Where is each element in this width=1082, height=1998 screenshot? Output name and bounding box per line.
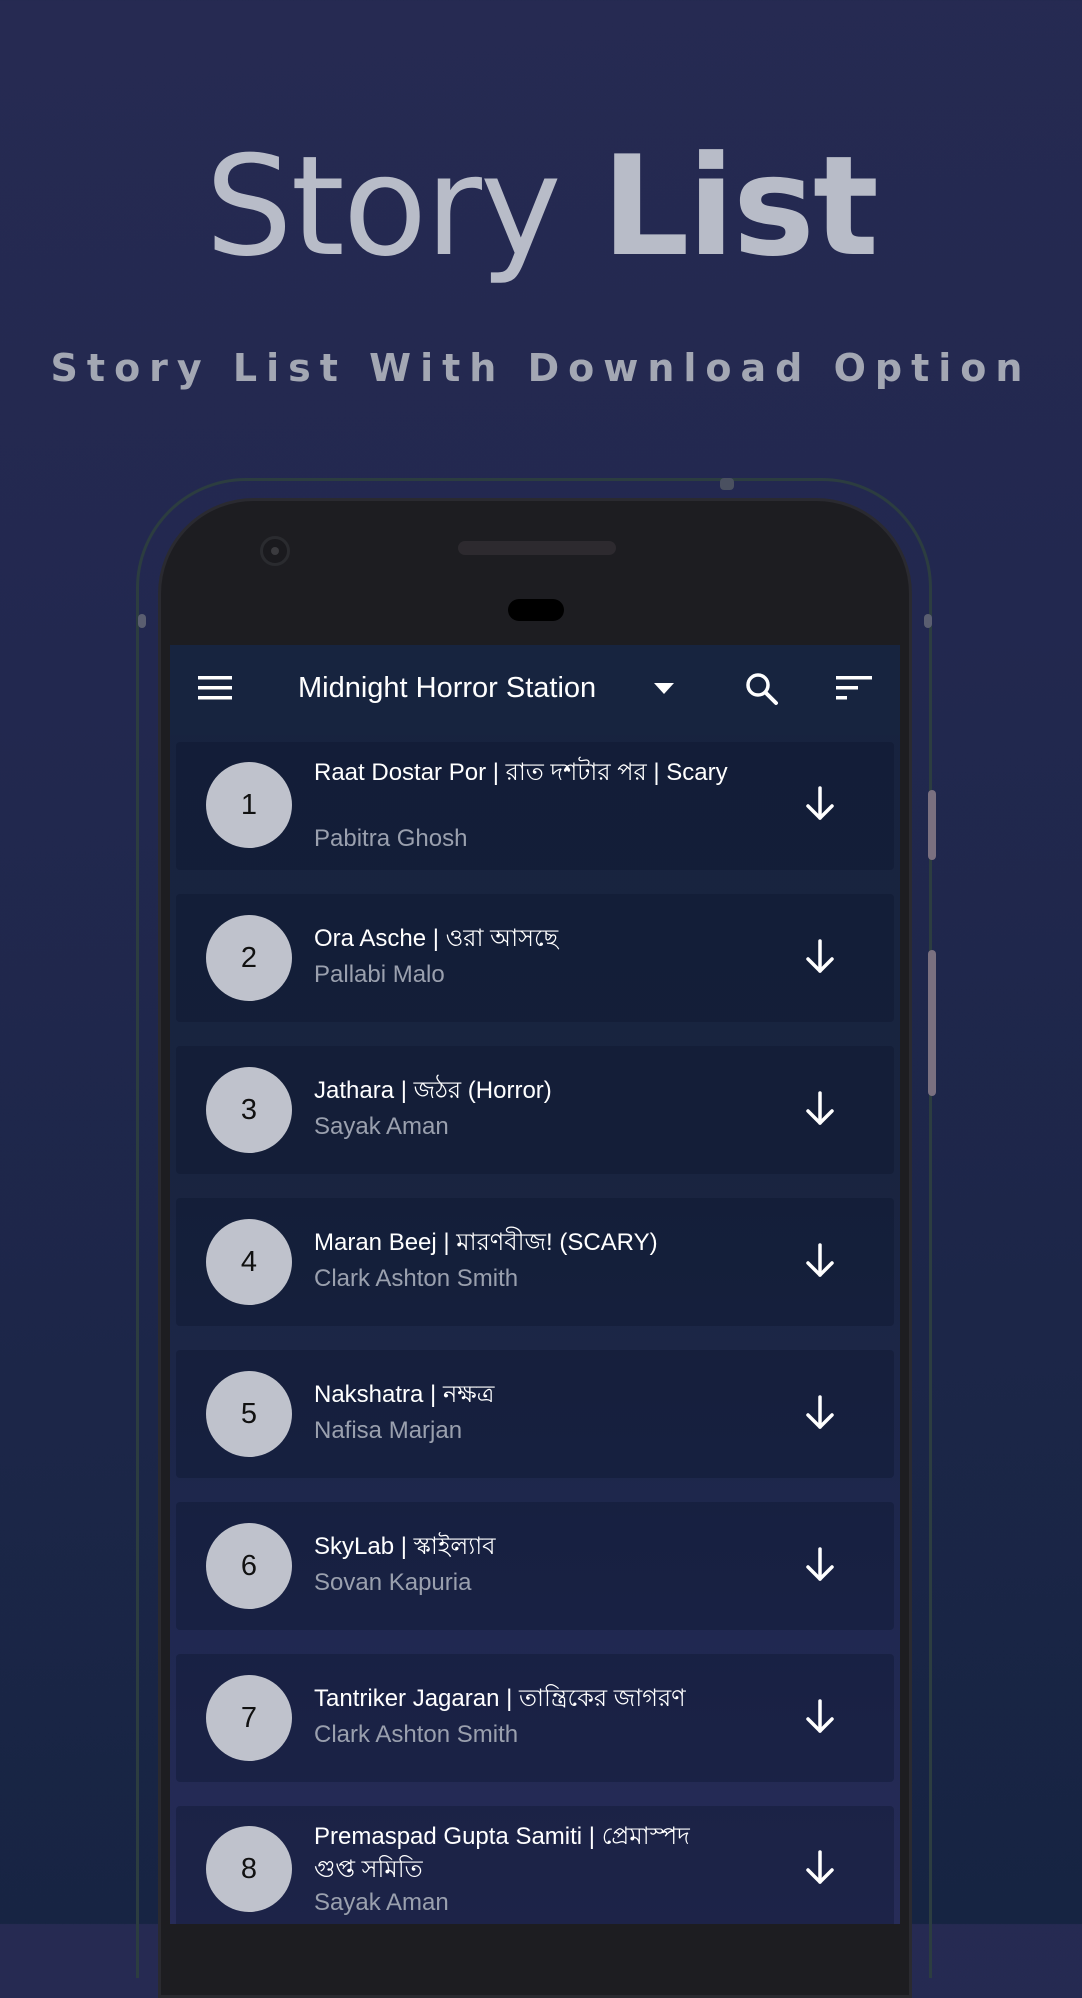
story-number-badge: 1	[206, 762, 292, 848]
story-number-badge: 7	[206, 1675, 292, 1761]
story-title[interactable]: SkyLab | স্কাইল্যাব	[314, 1530, 734, 1563]
story-author: Sovan Kapuria	[314, 1569, 472, 1596]
download-arrow-icon[interactable]	[800, 1697, 840, 1737]
download-arrow-icon[interactable]	[800, 1241, 840, 1281]
app-toolbar: Midnight Horror Station	[170, 645, 900, 735]
search-icon[interactable]	[744, 671, 780, 707]
dropdown-arrow-icon[interactable]	[654, 683, 674, 695]
sort-icon[interactable]	[836, 675, 872, 701]
story-title[interactable]: Maran Beej | মারণবীজ! (SCARY)	[314, 1226, 734, 1259]
phone-side-button-right	[924, 614, 932, 628]
story-author: Sayak Aman	[314, 1113, 449, 1140]
story-number-badge: 4	[206, 1219, 292, 1305]
download-arrow-icon[interactable]	[800, 1545, 840, 1585]
app-screen: Midnight Horror Station 1 Raat Dostar Por…	[170, 645, 900, 1924]
story-author: Pabitra Ghosh	[314, 825, 468, 852]
story-list-item[interactable]: 8 Premaspad Gupta Samiti | প্রেমাস্পদ গুপ…	[176, 1806, 894, 1924]
hamburger-menu-icon[interactable]	[198, 675, 232, 701]
story-number-badge: 5	[206, 1371, 292, 1457]
story-number-badge: 3	[206, 1067, 292, 1153]
story-number-badge: 2	[206, 915, 292, 1001]
hero-title-bold: List	[601, 126, 879, 287]
hero-title-light: Story	[205, 126, 562, 287]
download-arrow-icon[interactable]	[800, 1089, 840, 1129]
story-title[interactable]: Tantriker Jagaran | তান্ত্রিকের জাগরণ	[314, 1682, 734, 1715]
story-author: Sayak Aman	[314, 1889, 449, 1916]
story-list-item[interactable]: 7 Tantriker Jagaran | তান্ত্রিকের জাগরণ Cl…	[176, 1654, 894, 1782]
story-title[interactable]: Raat Dostar Por | রাত দশটার পর | Scary	[314, 756, 734, 789]
story-title[interactable]: Nakshatra | নক্ষত্র	[314, 1378, 734, 1411]
story-list-item[interactable]: 5 Nakshatra | নক্ষত্র Nafisa Marjan	[176, 1350, 894, 1478]
earpiece-speaker	[458, 541, 616, 555]
download-arrow-icon[interactable]	[800, 1848, 840, 1888]
download-arrow-icon[interactable]	[800, 1393, 840, 1433]
story-author: Clark Ashton Smith	[314, 1265, 519, 1292]
story-list-item[interactable]: 3 Jathara | জঠর (Horror) Sayak Aman	[176, 1046, 894, 1174]
proximity-sensor	[508, 599, 564, 621]
station-title[interactable]: Midnight Horror Station	[298, 672, 596, 705]
phone-side-button-bottom	[928, 950, 936, 1096]
story-title[interactable]: Ora Asche | ওরা আসছে	[314, 922, 734, 955]
download-arrow-icon[interactable]	[800, 784, 840, 824]
story-list-item[interactable]: 1 Raat Dostar Por | রাত দশটার পর | Scary P…	[176, 742, 894, 870]
story-list-item[interactable]: 2 Ora Asche | ওরা আসছে Pallabi Malo	[176, 894, 894, 1022]
phone-side-button-top	[928, 790, 936, 860]
story-author: Nafisa Marjan	[314, 1417, 463, 1444]
phone-side-button-left	[138, 614, 146, 628]
story-list-item[interactable]: 4 Maran Beej | মারণবীজ! (SCARY) Clark Asht…	[176, 1198, 894, 1326]
front-camera	[260, 536, 290, 566]
hero-title: Story List	[0, 138, 1082, 276]
story-list-item[interactable]: 6 SkyLab | স্কাইল্যাব Sovan Kapuria	[176, 1502, 894, 1630]
story-title[interactable]: Jathara | জঠর (Horror)	[314, 1074, 734, 1107]
phone-top-button	[720, 478, 734, 490]
download-arrow-icon[interactable]	[800, 937, 840, 977]
hero-subtitle: Story List With Download Option	[50, 346, 1032, 390]
story-number-badge: 8	[206, 1826, 292, 1912]
story-author: Pallabi Malo	[314, 961, 445, 988]
story-author: Clark Ashton Smith	[314, 1721, 519, 1748]
story-number-badge: 6	[206, 1523, 292, 1609]
story-title[interactable]: Premaspad Gupta Samiti | প্রেমাস্পদ গুপ্…	[314, 1820, 734, 1886]
